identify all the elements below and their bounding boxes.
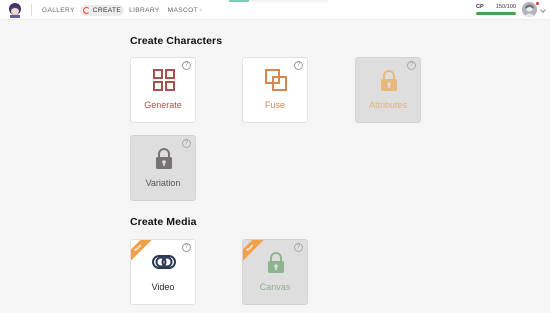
card-fuse-label: Fuse — [264, 100, 285, 110]
lock-icon — [152, 146, 176, 170]
nav-library[interactable]: LIBRARY — [126, 5, 163, 16]
help-icon[interactable]: ? — [182, 243, 191, 252]
main-nav: GALLERY CREATE LIBRARY MASCOT ⠦ — [39, 0, 208, 20]
nav-gallery-label: GALLERY — [42, 6, 75, 14]
help-icon[interactable]: ? — [294, 243, 303, 252]
nav-mascot-label: MASCOT — [167, 6, 198, 14]
cp-value: 150/100 — [495, 4, 516, 10]
nav-library-label: LIBRARY — [129, 6, 160, 14]
cp-progress-fill — [476, 12, 516, 15]
card-video[interactable]: New ? Video — [130, 239, 196, 305]
fuse-icon — [264, 68, 288, 92]
video-icon — [152, 250, 176, 274]
card-fuse[interactable]: ? Fuse — [242, 57, 308, 123]
card-video-label: Video — [151, 282, 175, 292]
nav-create[interactable]: CREATE — [79, 4, 125, 16]
nav-gallery[interactable]: GALLERY — [39, 5, 78, 16]
card-variation-label: Variation — [145, 178, 181, 188]
card-attributes-label: Attributes — [368, 100, 408, 110]
notification-badge — [535, 1, 540, 6]
card-generate[interactable]: ? Generate — [130, 57, 196, 123]
card-canvas: New ? Canvas — [242, 239, 308, 305]
top-accent-bar — [229, 0, 249, 2]
section-title-characters: Create Characters — [130, 35, 223, 47]
nav-create-label: CREATE — [92, 6, 122, 14]
nav-mascot[interactable]: MASCOT ⠦ — [165, 5, 206, 16]
help-icon[interactable]: ? — [182, 139, 191, 148]
lock-icon — [264, 250, 288, 274]
card-generate-label: Generate — [144, 100, 182, 110]
app-logo[interactable] — [7, 2, 23, 18]
help-icon[interactable]: ? — [407, 61, 416, 70]
top-accent-track — [252, 0, 328, 2]
grid-icon — [152, 68, 176, 92]
cp-label: CP — [476, 4, 484, 10]
top-bar: GALLERY CREATE LIBRARY MASCOT ⠦ CP 150/1… — [0, 0, 550, 20]
help-icon[interactable]: ? — [182, 61, 191, 70]
chevron-down-icon[interactable] — [540, 7, 546, 13]
card-variation: ? Variation — [130, 135, 196, 201]
help-icon[interactable]: ? — [294, 61, 303, 70]
create-icon — [82, 6, 90, 14]
card-attributes: ? Attributes — [355, 57, 421, 123]
section-title-media: Create Media — [130, 216, 197, 228]
divider — [31, 4, 32, 16]
cp-progress-bar — [476, 12, 516, 15]
mascot-dots-icon: ⠦ — [198, 7, 203, 13]
card-canvas-label: Canvas — [259, 282, 291, 292]
cp-meter: CP 150/100 — [476, 4, 516, 16]
lock-icon — [377, 68, 401, 92]
